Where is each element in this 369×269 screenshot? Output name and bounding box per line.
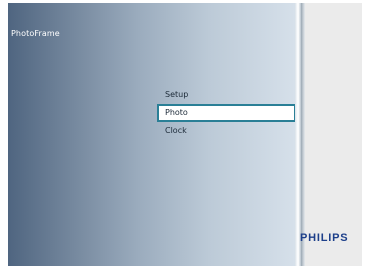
philips-logo: PHILIPS	[300, 232, 349, 244]
menu-item-setup[interactable]: Setup	[157, 86, 296, 104]
menu-item-clock[interactable]: Clock	[157, 122, 296, 140]
app-title: PhotoFrame	[11, 29, 60, 38]
side-panel	[305, 3, 362, 266]
photoframe-screen: PhotoFrame Setup Photo Clock	[8, 3, 362, 266]
main-panel: PhotoFrame Setup Photo Clock	[8, 3, 296, 266]
main-menu: Setup Photo Clock	[157, 86, 296, 140]
menu-item-photo[interactable]: Photo	[157, 104, 296, 122]
